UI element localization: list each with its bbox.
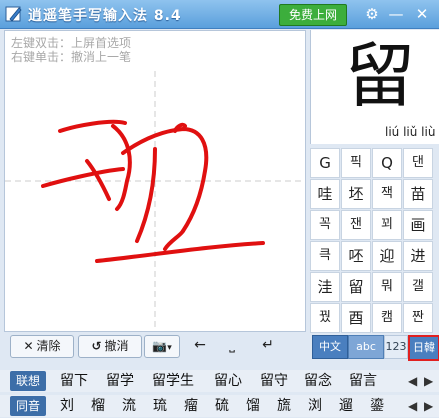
candidate-item[interactable]: 硫 xyxy=(215,396,229,416)
handwriting-pad[interactable]: 左键双击：上屏首选项 右键单击：撤消上一笔 xyxy=(4,30,306,332)
app-title: 逍遥笔手写输入法 8.4 xyxy=(28,8,182,24)
association-label: 联想 xyxy=(10,371,46,391)
enter-icon[interactable]: ↵ xyxy=(256,335,280,356)
candidate-item[interactable]: 留学 xyxy=(106,371,134,391)
grid-cell[interactable]: 꼭 xyxy=(310,210,340,240)
candidate-item[interactable]: 馏 xyxy=(246,396,260,416)
grid-cell[interactable]: 坯 xyxy=(341,179,371,209)
grid-cell[interactable]: 迎 xyxy=(372,241,402,271)
minimize-icon[interactable]: — xyxy=(386,4,406,24)
title-bar: 逍遥笔手写输入法 8.4 免费上网 ⚙ — ✕ xyxy=(0,0,439,29)
chevron-down-icon: ▾ xyxy=(167,343,172,353)
grid-cell[interactable]: 洼 xyxy=(310,272,340,302)
candidate-item[interactable]: 刘 xyxy=(60,396,74,416)
undo-button[interactable]: ↺ 撤消 xyxy=(78,335,142,358)
grid-cell[interactable]: Q xyxy=(372,148,402,178)
arrow-left-icon[interactable]: ← xyxy=(188,335,212,356)
homophone-label: 同音 xyxy=(10,396,46,416)
grid-cell[interactable]: 캠 xyxy=(372,303,402,333)
gear-icon[interactable]: ⚙ xyxy=(362,4,382,24)
candidate-item[interactable]: 瘤 xyxy=(184,396,198,416)
tab-123[interactable]: 123 xyxy=(384,335,408,359)
ink-strokes xyxy=(41,119,265,263)
close-icon[interactable]: ✕ xyxy=(412,4,432,24)
grid-cell[interactable]: 呸 xyxy=(341,241,371,271)
clear-button[interactable]: ✕ 清除 xyxy=(10,335,74,358)
grid-cell[interactable]: 갤 xyxy=(403,272,433,302)
grid-cell[interactable]: 画 xyxy=(403,210,433,240)
grid-cell[interactable]: 짠 xyxy=(403,303,433,333)
free-internet-button[interactable]: 免费上网 xyxy=(279,4,347,26)
candidate-item[interactable]: 留念 xyxy=(304,371,332,391)
tab-japanese-korean[interactable]: 日韓 xyxy=(408,335,439,361)
camera-button[interactable]: 📷▾ xyxy=(144,335,180,358)
candidate-item[interactable]: 旒 xyxy=(277,396,291,416)
arrow-right-icon[interactable]: ▶ xyxy=(424,396,433,416)
candidate-item[interactable]: 留心 xyxy=(214,371,242,391)
candidate-item[interactable]: 流 xyxy=(122,396,136,416)
candidate-item[interactable]: 遛 xyxy=(339,396,353,416)
pen-app-icon xyxy=(5,6,22,22)
arrow-left-icon[interactable]: ◀ xyxy=(408,371,417,391)
space-icon[interactable]: ⎵ xyxy=(220,335,244,356)
grid-cell[interactable]: 苗 xyxy=(403,179,433,209)
candidate-item[interactable]: 琉 xyxy=(153,396,167,416)
homophone-row: 同音 刘 榴 流 琉 瘤 硫 馏 旒 浏 遛 鎏 ◀ ▶ xyxy=(0,395,439,417)
tab-abc[interactable]: abc xyxy=(348,335,384,359)
grid-cell[interactable]: G xyxy=(310,148,340,178)
clear-icon: ✕ xyxy=(23,339,34,353)
candidate-item[interactable]: 留守 xyxy=(260,371,288,391)
arrow-right-icon[interactable]: ▶ xyxy=(424,371,433,391)
candidate-item[interactable]: 榴 xyxy=(91,396,105,416)
grid-cell[interactable]: 댄 xyxy=(403,148,433,178)
undo-icon: ↺ xyxy=(91,339,102,353)
preview-pinyin: liú liǔ liù xyxy=(385,125,436,139)
character-preview: 留 liú liǔ liù xyxy=(310,30,439,144)
preview-character: 留 xyxy=(345,35,415,117)
arrow-left-icon[interactable]: ◀ xyxy=(408,396,417,416)
tab-chinese[interactable]: 中文 xyxy=(312,335,348,359)
grid-cell[interactable]: 留 xyxy=(341,272,371,302)
grid-cell[interactable]: 잰 xyxy=(341,210,371,240)
candidate-item[interactable]: 浏 xyxy=(308,396,322,416)
grid-cell[interactable]: 큭 xyxy=(310,241,340,271)
candidate-item[interactable]: 留学生 xyxy=(152,371,194,391)
candidate-item[interactable]: 鎏 xyxy=(370,396,384,416)
grid-cell[interactable]: 酉 xyxy=(341,303,371,333)
association-row: 联想 留下 留学 留学生 留心 留守 留念 留言 ◀ ▶ xyxy=(0,370,439,392)
grid-cell[interactable]: 뭐 xyxy=(372,272,402,302)
grid-cell[interactable]: 进 xyxy=(403,241,433,271)
grid-cell[interactable]: 픽 xyxy=(341,148,371,178)
writing-canvas[interactable] xyxy=(5,31,305,331)
grid-cell[interactable]: 哇 xyxy=(310,179,340,209)
grid-cell[interactable]: 잭 xyxy=(372,179,402,209)
camera-icon: 📷 xyxy=(152,339,168,353)
grid-cell[interactable]: 꿨 xyxy=(310,303,340,333)
candidate-item[interactable]: 留言 xyxy=(349,371,377,391)
grid-cell[interactable]: 꾀 xyxy=(372,210,402,240)
pad-toolbar: ✕ 清除 ↺ 撤消 📷▾ ← ⎵ ↵ xyxy=(4,332,304,360)
candidate-item[interactable]: 留下 xyxy=(60,371,88,391)
mode-tabs: 中文 abc 123 日韓 xyxy=(310,335,439,361)
